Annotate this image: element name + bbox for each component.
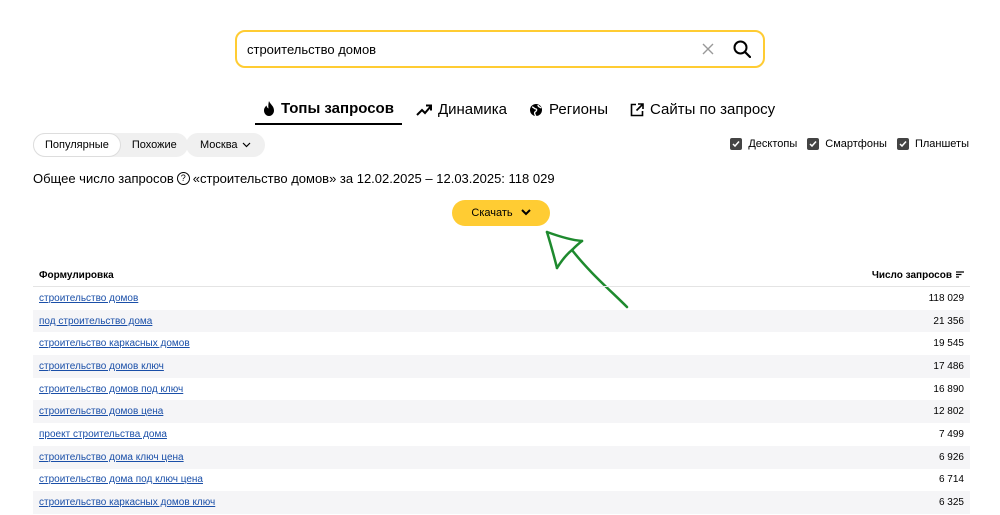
query-count: 118 029 [928, 292, 964, 304]
query-count: 21 356 [933, 315, 964, 327]
popular-toggle[interactable]: Популярные [33, 133, 121, 157]
download-button[interactable]: Скачать [452, 200, 550, 226]
table-row: строительство домов 118 029 [33, 287, 970, 310]
column-header-label: Число запросов [871, 269, 952, 281]
table-row: под строительство дома 21 356 [33, 309, 970, 333]
external-link-icon [630, 102, 644, 117]
chevron-down-icon [242, 139, 251, 151]
desktop-checkbox[interactable]: Десктопы [730, 138, 797, 150]
queries-table: Формулировка Число запросов строительств… [33, 264, 970, 514]
query-link[interactable]: строительство дома под ключ цена [39, 474, 203, 485]
table-header: Формулировка Число запросов [33, 264, 970, 287]
table-row: строительство домов под ключ 16 890 [33, 378, 970, 401]
similar-toggle[interactable]: Похожие [121, 133, 188, 157]
table-row: проект строительства дома 7 499 [33, 423, 970, 446]
query-count: 6 325 [938, 497, 964, 509]
device-label: Десктопы [748, 138, 798, 150]
clear-icon[interactable] [699, 40, 717, 58]
query-link[interactable]: строительство домов цена [39, 406, 163, 417]
region-label: Москва [200, 139, 238, 151]
device-filters: Десктопы Смартфоны Планшеты [730, 138, 969, 150]
region-select[interactable]: Москва [186, 133, 265, 157]
query-count: 6 926 [938, 451, 964, 463]
query-count: 6 714 [938, 474, 964, 486]
query-link[interactable]: строительство каркасных домов [39, 338, 190, 349]
table-row: строительство каркасных домов ключ 6 325 [33, 491, 970, 514]
query-link[interactable]: строительство домов под ключ [39, 384, 183, 395]
tab-label: Сайты по запросу [649, 101, 776, 118]
search-input[interactable] [237, 32, 699, 66]
tab-label: Топы запросов [281, 100, 394, 117]
query-link[interactable]: строительство домов [39, 293, 138, 304]
tab-label: Регионы [549, 101, 608, 118]
total-text: «строительство домов» за 12.02.2025 – 12… [192, 171, 555, 186]
sort-icon[interactable] [956, 270, 964, 281]
table-row: строительство дома под ключ цена 6 714 [33, 469, 970, 492]
total-prefix: Общее число запросов [33, 171, 174, 186]
smartphone-checkbox[interactable]: Смартфоны [807, 138, 887, 150]
chevron-down-icon [520, 207, 531, 219]
query-link[interactable]: строительство домов ключ [39, 361, 164, 372]
download-label: Скачать [471, 207, 513, 219]
table-row: строительство дома ключ цена 6 926 [33, 445, 970, 469]
query-link[interactable]: строительство каркасных домов ключ [39, 497, 215, 508]
query-link[interactable]: проект строительства дома [39, 429, 167, 440]
checkbox-checked-icon [807, 138, 820, 150]
help-icon[interactable]: ? [176, 172, 190, 185]
column-header-count[interactable]: Число запросов [872, 270, 964, 281]
checkbox-checked-icon [730, 138, 743, 150]
column-header-query: Формулировка [39, 269, 114, 281]
search-icon[interactable] [731, 38, 753, 60]
device-label: Планшеты [914, 138, 969, 150]
query-count: 19 545 [933, 338, 964, 350]
query-link[interactable]: строительство дома ключ цена [39, 452, 184, 463]
table-row: строительство каркасных домов 19 545 [33, 332, 970, 355]
globe-icon [529, 103, 543, 117]
query-count: 7 499 [938, 428, 964, 440]
search-box [235, 30, 765, 68]
query-link[interactable]: под строительство дома [39, 316, 152, 327]
tab-regions[interactable]: Регионы [529, 98, 608, 125]
query-type-switch: Популярные Похожие [33, 133, 188, 157]
query-count: 16 890 [933, 383, 964, 395]
table-row: строительство домов ключ 17 486 [33, 355, 970, 378]
tab-dynamics[interactable]: Динамика [416, 98, 507, 125]
tab-top-queries[interactable]: Топы запросов [255, 98, 402, 125]
checkbox-checked-icon [896, 138, 909, 150]
query-count: 17 486 [933, 360, 964, 372]
report-tabs: Топы запросов Динамика Регионы Сайты по … [255, 98, 797, 125]
tab-sites[interactable]: Сайты по запросу [630, 98, 775, 125]
table-row: строительство домов цена 12 802 [33, 400, 970, 424]
query-count: 12 802 [933, 406, 964, 418]
table-body: строительство домов 118 029 под строитель… [33, 287, 970, 514]
tablet-checkbox[interactable]: Планшеты [896, 138, 969, 150]
tab-label: Динамика [437, 101, 508, 118]
fire-icon [263, 101, 275, 116]
device-label: Смартфоны [825, 138, 887, 150]
trend-icon [416, 104, 432, 116]
total-summary: Общее число запросов ? «строительство до… [33, 171, 555, 186]
